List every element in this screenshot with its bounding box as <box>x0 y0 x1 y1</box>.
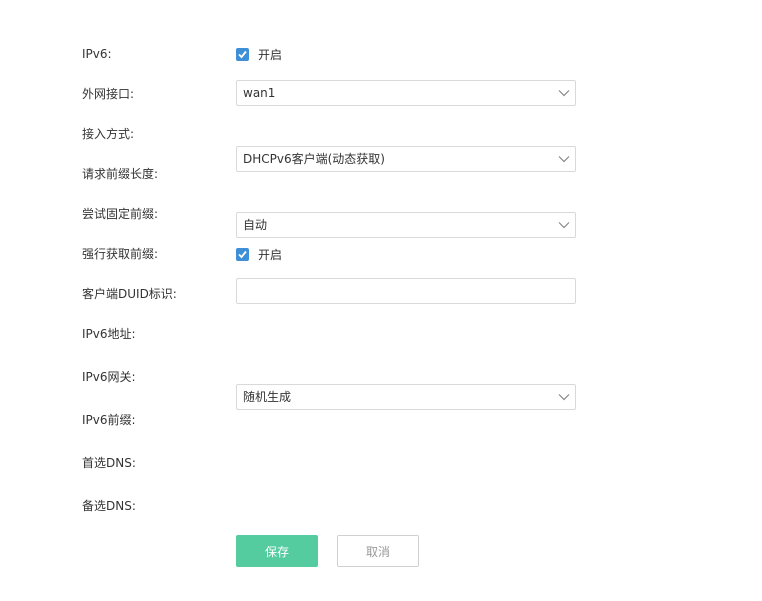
force-prefix-label: 强行获取前缀: <box>82 247 159 261</box>
chevron-down-icon <box>558 222 570 229</box>
cancel-button[interactable]: 取消 <box>337 535 419 567</box>
chevron-down-icon <box>558 394 570 401</box>
ipv6-address-label: IPv6地址: <box>82 327 136 341</box>
chevron-down-icon <box>558 90 570 97</box>
primary-dns-label: 首选DNS: <box>82 456 136 470</box>
duid-value: 随机生成 <box>243 390 292 404</box>
access-mode-label: 接入方式: <box>82 127 135 141</box>
checkmark-icon[interactable] <box>236 48 249 61</box>
ipv6-gateway-label: IPv6网关: <box>82 370 136 384</box>
prefix-length-label: 请求前缀长度: <box>82 167 159 181</box>
ipv6-label: IPv6: <box>82 47 112 61</box>
prefix-length-select[interactable]: 自动 <box>236 212 576 238</box>
fixed-prefix-input[interactable] <box>236 278 576 304</box>
wan-interface-select[interactable]: wan1 <box>236 80 576 106</box>
chevron-down-icon <box>558 156 570 163</box>
access-mode-select[interactable]: DHCPv6客户端(动态获取) <box>236 146 576 172</box>
access-mode-value: DHCPv6客户端(动态获取) <box>243 152 385 166</box>
wan-interface-value: wan1 <box>243 86 276 100</box>
prefix-length-value: 自动 <box>243 218 268 232</box>
duid-label: 客户端DUID标识: <box>82 287 177 301</box>
ipv6-enable-label: 开启 <box>258 48 283 62</box>
secondary-dns-label: 备选DNS: <box>82 499 136 513</box>
duid-select[interactable]: 随机生成 <box>236 384 576 410</box>
save-button[interactable]: 保存 <box>236 535 318 567</box>
checkmark-icon[interactable] <box>236 248 249 261</box>
ipv6-enable-checkbox[interactable]: 开启 <box>236 46 282 63</box>
force-prefix-checkbox[interactable]: 开启 <box>236 246 282 263</box>
fixed-prefix-label: 尝试固定前缀: <box>82 207 159 221</box>
ipv6-prefix-label: IPv6前缀: <box>82 413 136 427</box>
wan-interface-label: 外网接口: <box>82 87 135 101</box>
force-prefix-enable-label: 开启 <box>258 248 283 262</box>
